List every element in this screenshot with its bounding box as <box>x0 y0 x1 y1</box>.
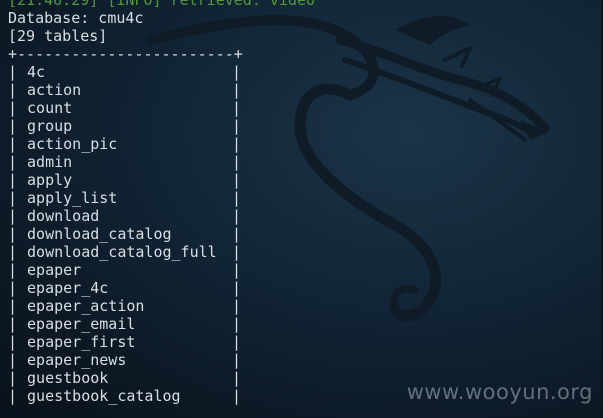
table-name: download <box>27 207 100 225</box>
table-row: | action | <box>8 81 315 99</box>
table-row: | epaper_first | <box>8 333 315 351</box>
table-pipe-right: | <box>232 63 242 81</box>
table-pipe-left: | <box>8 81 18 99</box>
table-name: epaper_email <box>27 315 136 333</box>
table-name: download_catalog <box>27 225 172 243</box>
table-pipe-right: | <box>232 153 242 171</box>
table-row: | action_pic | <box>8 135 315 153</box>
table-name: apply <box>27 171 73 189</box>
table-pipe-right: | <box>232 243 242 261</box>
table-name: group <box>27 117 73 135</box>
table-name: guestbook_catalog <box>27 387 181 405</box>
table-pipe-left: | <box>8 387 18 405</box>
table-name: action <box>27 81 82 99</box>
table-name: epaper_first <box>27 333 136 351</box>
table-row: | admin | <box>8 153 315 171</box>
table-name: admin <box>27 153 73 171</box>
table-pipe-left: | <box>8 351 18 369</box>
table-pipe-left: | <box>8 189 18 207</box>
tables-count-line: [29 tables] <box>8 27 108 45</box>
table-border-top: +------------------------+ <box>8 45 243 63</box>
table-name: 4c <box>27 63 46 81</box>
terminal-output: [21:46:29] [INFO] retrieved: video Databa… <box>8 0 315 405</box>
table-pipe-left: | <box>8 63 18 81</box>
watermark: www.wooyun.org <box>406 380 593 404</box>
table-pipe-left: | <box>8 261 18 279</box>
table-pipe-right: | <box>232 333 242 351</box>
table-row: | 4c | <box>8 63 315 81</box>
table-pipe-right: | <box>232 279 242 297</box>
table-name: guestbook <box>27 369 109 387</box>
table-row: | epaper | <box>8 261 315 279</box>
table-row: | download | <box>8 207 315 225</box>
table-name: apply_list <box>27 189 118 207</box>
table-pipe-right: | <box>232 261 242 279</box>
table-pipe-right: | <box>232 99 242 117</box>
table-pipe-right: | <box>232 135 242 153</box>
table-pipe-right: | <box>232 369 242 387</box>
table-pipe-left: | <box>8 135 18 153</box>
database-line: Database: cmu4c <box>8 9 144 27</box>
table-row: | apply | <box>8 171 315 189</box>
table-row: | apply_list | <box>8 189 315 207</box>
table-row: | epaper_4c | <box>8 279 315 297</box>
log-line: [21:46:29] [INFO] retrieved: video <box>8 0 316 9</box>
table-pipe-left: | <box>8 297 18 315</box>
table-name: download_catalog_full <box>27 243 217 261</box>
table-rows: | 4c | | action | | count | | group | | action_pic | | a… <box>8 63 315 405</box>
table-row: | epaper_email | <box>8 315 315 333</box>
table-row: | count | <box>8 99 315 117</box>
table-pipe-left: | <box>8 225 18 243</box>
table-name: action_pic <box>27 135 118 153</box>
table-name: epaper_news <box>27 351 127 369</box>
table-pipe-right: | <box>232 81 242 99</box>
table-row: | guestbook_catalog | <box>8 387 315 405</box>
table-pipe-left: | <box>8 153 18 171</box>
table-row: | download_catalog | <box>8 225 315 243</box>
table-pipe-left: | <box>8 243 18 261</box>
table-name: epaper <box>27 261 82 279</box>
table-pipe-right: | <box>232 207 242 225</box>
table-row: | guestbook | <box>8 369 315 387</box>
table-pipe-left: | <box>8 333 18 351</box>
table-name: epaper_4c <box>27 279 109 297</box>
table-name: epaper_action <box>27 297 145 315</box>
terminal-window: [21:46:29] [INFO] retrieved: video Databa… <box>0 0 603 418</box>
table-pipe-right: | <box>232 117 242 135</box>
table-row: | epaper_action | <box>8 297 315 315</box>
table-name: count <box>27 99 73 117</box>
table-pipe-left: | <box>8 99 18 117</box>
table-pipe-left: | <box>8 315 18 333</box>
table-pipe-right: | <box>232 189 242 207</box>
table-pipe-right: | <box>232 225 242 243</box>
table-row: | epaper_news | <box>8 351 315 369</box>
table-pipe-left: | <box>8 279 18 297</box>
table-pipe-right: | <box>232 297 242 315</box>
table-pipe-left: | <box>8 117 18 135</box>
table-row: | download_catalog_full | <box>8 243 315 261</box>
table-row: | group | <box>8 117 315 135</box>
table-pipe-right: | <box>232 387 242 405</box>
table-pipe-right: | <box>232 351 242 369</box>
table-pipe-left: | <box>8 171 18 189</box>
table-pipe-right: | <box>232 315 242 333</box>
table-pipe-left: | <box>8 207 18 225</box>
table-pipe-right: | <box>232 171 242 189</box>
table-pipe-left: | <box>8 369 18 387</box>
